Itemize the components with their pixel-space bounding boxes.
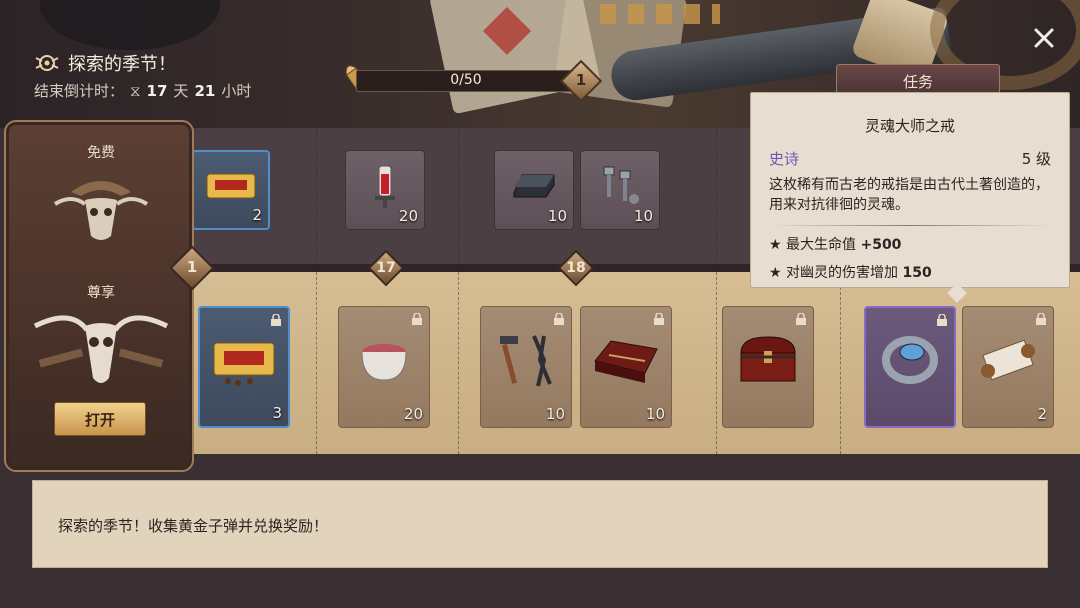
tooltip-stat: ★ 最大生命值 +500 bbox=[769, 234, 1051, 254]
bullets-decoration bbox=[600, 4, 720, 24]
coffee-icon bbox=[206, 173, 256, 199]
cattle-skull-with-guns-icon bbox=[33, 315, 169, 383]
season-title: 探索的季节！ bbox=[34, 50, 176, 76]
pass-panel: 免费 尊享 打开 bbox=[4, 120, 194, 472]
message-text: 探索的季节！收集黄金子弹并兑换奖励！ bbox=[58, 517, 329, 535]
item-tooltip: 灵魂大师之戒 史诗 5 级 这枚稀有而古老的戒指是由古代土著创造的，用来对抗徘徊… bbox=[750, 92, 1070, 288]
lock-icon bbox=[654, 313, 664, 325]
free-reward-slot[interactable]: 20 bbox=[345, 150, 425, 230]
countdown-label: 结束倒计时： bbox=[34, 82, 125, 100]
stat-label: ★ 对幽灵的伤害增加 bbox=[769, 265, 899, 281]
lock-icon bbox=[1036, 313, 1046, 325]
tooltip-description: 这枚稀有而古老的戒指是由古代土著创造的，用来对抗徘徊的灵魂。 bbox=[769, 177, 1049, 213]
reward-count: 10 bbox=[645, 405, 665, 423]
premium-reward-slot[interactable]: 10 bbox=[580, 306, 672, 428]
premium-reward-slot[interactable]: 20 bbox=[338, 306, 430, 428]
glove-decoration bbox=[40, 0, 220, 50]
reward-count: 10 bbox=[545, 405, 565, 423]
premium-reward-slot[interactable] bbox=[864, 306, 956, 428]
stat-value: 150 bbox=[902, 265, 932, 281]
column-divider bbox=[458, 128, 459, 454]
hourglass-icon: ⧖ bbox=[130, 81, 141, 100]
tooltip-rarity: 史诗 bbox=[769, 150, 800, 168]
reward-count: 2 bbox=[252, 206, 262, 224]
countdown-days: 17 bbox=[146, 81, 168, 100]
reward-count: 2 bbox=[1037, 405, 1047, 423]
bowl-icon bbox=[361, 343, 407, 381]
chest-icon bbox=[740, 336, 796, 382]
free-reward-slot[interactable]: 2 bbox=[192, 150, 270, 230]
lock-icon bbox=[271, 314, 281, 326]
reward-count: 20 bbox=[398, 207, 418, 225]
coffee-icon bbox=[213, 342, 275, 386]
toolbox-icon bbox=[594, 340, 658, 383]
premium-reward-slot[interactable] bbox=[722, 306, 814, 428]
lock-icon bbox=[412, 313, 422, 325]
tooltip-level: 5 级 bbox=[1021, 150, 1051, 168]
bolts-icon bbox=[603, 166, 639, 205]
lock-icon bbox=[554, 313, 564, 325]
countdown: 结束倒计时： ⧖ 17 天 21 小时 bbox=[34, 80, 251, 101]
tooltip-stat: ★ 对幽灵的伤害增加 150 bbox=[769, 262, 1051, 282]
compass-emblem-icon bbox=[35, 55, 59, 71]
scroll-icon bbox=[981, 339, 1035, 381]
tier-number: 17 bbox=[376, 260, 396, 276]
countdown-hours-unit: 小时 bbox=[221, 82, 252, 100]
free-label: 免费 bbox=[87, 145, 115, 161]
season-title-text: 探索的季节！ bbox=[68, 54, 176, 75]
reward-count: 3 bbox=[272, 404, 282, 422]
tooltip-divider bbox=[769, 225, 1051, 226]
countdown-hours: 21 bbox=[194, 81, 216, 100]
premium-reward-slot[interactable]: 3 bbox=[198, 306, 290, 428]
reward-count: 10 bbox=[633, 207, 653, 225]
tooltip-item-name: 灵魂大师之戒 bbox=[864, 117, 955, 135]
premium-reward-slot[interactable]: 10 bbox=[480, 306, 572, 428]
column-divider bbox=[716, 128, 717, 454]
lock-icon bbox=[796, 313, 806, 325]
reward-count: 10 bbox=[547, 207, 567, 225]
column-divider bbox=[316, 128, 317, 454]
premium-reward-slot[interactable]: 2 bbox=[962, 306, 1054, 428]
tier-number: 18 bbox=[566, 260, 586, 276]
free-reward-slot[interactable]: 10 bbox=[494, 150, 574, 230]
free-reward-slot[interactable]: 10 bbox=[580, 150, 660, 230]
cattle-skull-with-hat-icon bbox=[53, 181, 149, 240]
open-premium-button[interactable]: 打开 bbox=[54, 402, 146, 436]
metal-ingot-icon bbox=[513, 174, 555, 198]
bottom-strip bbox=[0, 568, 1080, 608]
progress-text: 0/50 bbox=[450, 72, 482, 88]
reward-count: 20 bbox=[403, 405, 423, 423]
current-level-number: 1 bbox=[575, 71, 587, 89]
close-icon[interactable] bbox=[1030, 24, 1058, 52]
ring-icon bbox=[882, 335, 938, 384]
tools-icon bbox=[500, 335, 552, 387]
stat-label: ★ 最大生命值 bbox=[769, 237, 857, 253]
current-tier-number: 1 bbox=[186, 258, 198, 276]
tooltip-meta: 史诗 5 级 bbox=[769, 148, 1051, 169]
stat-value: +500 bbox=[860, 237, 902, 253]
syringe-icon bbox=[375, 165, 395, 209]
countdown-days-unit: 天 bbox=[173, 82, 189, 100]
premium-label: 尊享 bbox=[87, 285, 115, 301]
lock-icon bbox=[937, 314, 947, 326]
